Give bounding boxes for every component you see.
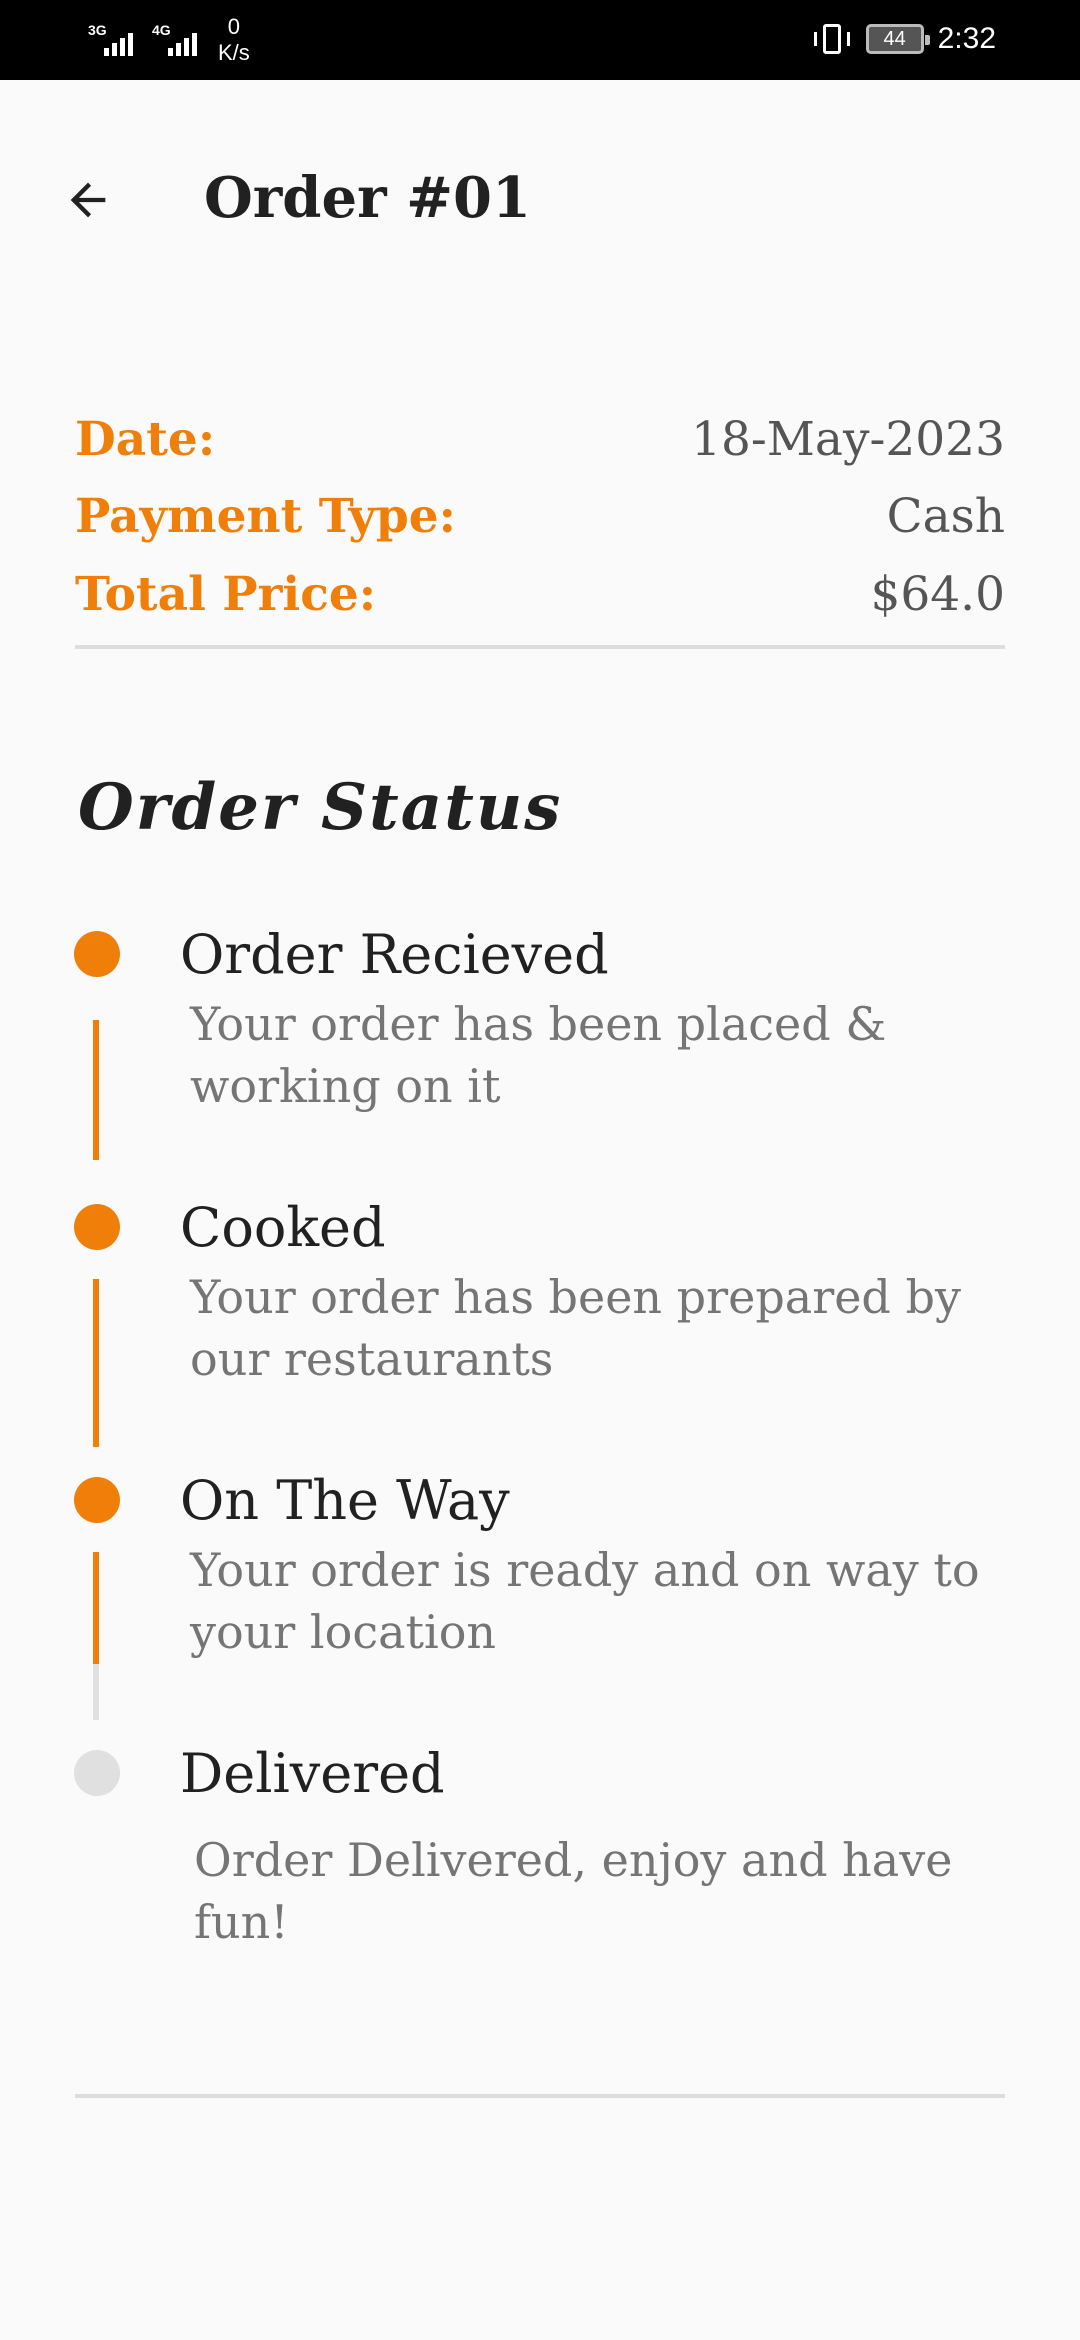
payment-value: Cash bbox=[886, 489, 1005, 544]
step-description: Your order has been prepared by our rest… bbox=[190, 1266, 1010, 1390]
payment-row: Payment Type: Cash bbox=[75, 487, 1005, 547]
step-description: Order Delivered, enjoy and have fun! bbox=[194, 1829, 1014, 1953]
step-description-line: Your order is ready and on way to bbox=[190, 1543, 980, 1597]
step-connector bbox=[93, 1020, 99, 1160]
step-title: Order Recieved bbox=[180, 923, 609, 986]
total-row: Total Price: $64.0 bbox=[75, 565, 1005, 625]
signal-group: 3G 4G bbox=[88, 18, 206, 58]
bottom-divider bbox=[75, 2094, 1005, 2098]
date-label: Date: bbox=[75, 412, 216, 467]
network-speed-value: 0 bbox=[227, 14, 241, 39]
network-speed-unit: K/s bbox=[218, 40, 250, 65]
step-description-line: Your order has been placed & bbox=[190, 997, 887, 1051]
battery-level: 44 bbox=[883, 27, 906, 50]
divider bbox=[75, 645, 1005, 649]
vibrate-icon bbox=[812, 22, 852, 56]
step-indicator-done bbox=[74, 931, 120, 977]
step-title: On The Way bbox=[180, 1469, 510, 1532]
status-bar: 3G 4G 0 K/s 44 2:32 bbox=[0, 0, 1080, 80]
step-indicator-done bbox=[74, 1477, 120, 1523]
step-description-line: Order Delivered, enjoy and have bbox=[194, 1833, 953, 1887]
step-description: Your order is ready and on way to your l… bbox=[190, 1539, 1010, 1663]
step-title: Delivered bbox=[180, 1742, 445, 1805]
network-speed: 0 K/s bbox=[218, 14, 250, 66]
arrow-left-icon bbox=[70, 182, 106, 218]
battery-icon: 44 bbox=[865, 24, 930, 54]
payment-label: Payment Type: bbox=[75, 489, 456, 544]
step-indicator-done bbox=[74, 1204, 120, 1250]
step-description-line: Your order has been prepared by bbox=[190, 1270, 961, 1324]
date-value: 18-May-2023 bbox=[691, 412, 1005, 467]
back-button[interactable] bbox=[56, 168, 120, 232]
step-connector-progress bbox=[93, 1552, 99, 1664]
section-title: Order Status bbox=[78, 770, 563, 845]
step-indicator-pending bbox=[74, 1750, 120, 1796]
page-title: Order #01 bbox=[204, 165, 531, 231]
step-connector bbox=[93, 1279, 99, 1447]
step-description: Your order has been placed & working on … bbox=[190, 993, 1010, 1117]
total-label: Total Price: bbox=[75, 567, 377, 622]
total-value: $64.0 bbox=[870, 567, 1005, 622]
step-description-line: working on it bbox=[190, 1059, 501, 1113]
signal-icon: 3G bbox=[88, 18, 142, 58]
step-description-line: your location bbox=[190, 1605, 497, 1659]
step-connector-pending bbox=[93, 1664, 99, 1720]
step-description-line: our restaurants bbox=[190, 1332, 554, 1386]
clock: 2:32 bbox=[937, 22, 996, 55]
step-description-line: fun! bbox=[194, 1895, 289, 1949]
step-title: Cooked bbox=[180, 1196, 386, 1259]
signal-icon: 4G bbox=[152, 18, 206, 58]
date-row: Date: 18-May-2023 bbox=[75, 410, 1005, 470]
